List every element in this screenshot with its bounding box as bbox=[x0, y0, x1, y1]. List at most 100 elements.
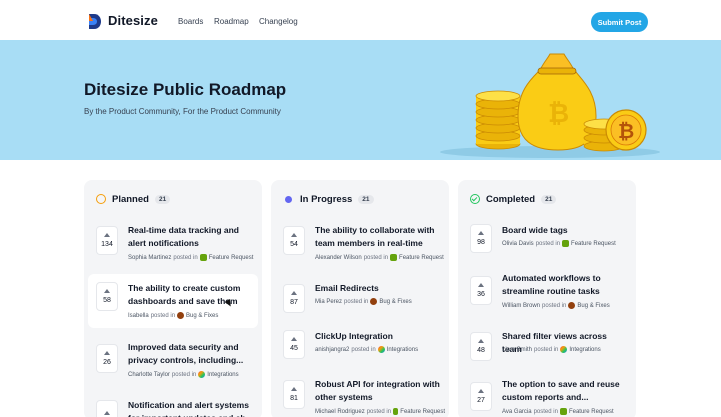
card-meta: anishjangra2 posted in Integrations bbox=[315, 346, 445, 353]
card-author[interactable]: Mia Perez bbox=[315, 299, 342, 305]
upvote-arrow-icon bbox=[478, 389, 484, 393]
card-title[interactable]: The ability to create custom dashboards … bbox=[128, 282, 254, 308]
card-meta: Liam Smith posted in Integrations bbox=[502, 346, 632, 353]
posted-in-label: posted in bbox=[535, 240, 561, 247]
card-author[interactable]: Olivia Davis bbox=[502, 241, 534, 247]
card-meta: Charlotte Taylor posted in Integrations bbox=[128, 371, 258, 378]
upvote-button[interactable]: 45 bbox=[283, 330, 305, 359]
upvote-button[interactable]: 87 bbox=[283, 284, 305, 313]
upvote-button[interactable]: 98 bbox=[470, 224, 492, 253]
submit-post-button[interactable]: Submit Post bbox=[591, 12, 648, 32]
card-category[interactable]: Integrations bbox=[387, 347, 418, 353]
posted-in-label: posted in bbox=[344, 298, 369, 305]
roadmap-card[interactable]: 27 The option to save and reuse custom r… bbox=[462, 376, 632, 417]
vote-count: 87 bbox=[290, 299, 298, 306]
roadmap-card[interactable]: 98 Board wide tags Olivia Davis posted i… bbox=[462, 220, 632, 264]
roadmap-card[interactable]: 81 Robust API for integration with other… bbox=[275, 374, 445, 417]
upvote-button[interactable]: 36 bbox=[470, 276, 492, 305]
upvote-arrow-icon bbox=[104, 410, 110, 415]
roadmap-card[interactable]: 36 Automated workflows to streamline rou… bbox=[462, 270, 632, 320]
feature-request-icon bbox=[393, 408, 399, 415]
roadmap-card[interactable]: 26 Improved data security and privacy co… bbox=[88, 336, 258, 386]
card-meta: Olivia Davis posted in Feature Request bbox=[502, 240, 632, 247]
vote-count: 48 bbox=[477, 347, 485, 354]
vote-count: 27 bbox=[477, 397, 485, 404]
nav-changelog[interactable]: Changelog bbox=[259, 17, 298, 26]
page-title: Ditesize Public Roadmap bbox=[84, 80, 287, 99]
card-title[interactable]: Board wide tags bbox=[502, 224, 628, 237]
card-category[interactable]: Feature Request bbox=[399, 255, 444, 261]
roadmap-card[interactable]: 45 ClickUp Integration anishjangra2 post… bbox=[275, 328, 445, 372]
card-author[interactable]: William Brown bbox=[502, 303, 540, 309]
upvote-button[interactable]: 134 bbox=[96, 226, 118, 255]
card-category[interactable]: Feature Request bbox=[209, 255, 254, 261]
brand-name[interactable]: Ditesize bbox=[108, 13, 158, 28]
nav-roadmap[interactable]: Roadmap bbox=[214, 17, 249, 26]
upvote-arrow-icon bbox=[104, 289, 110, 293]
card-title[interactable]: Email Redirects bbox=[315, 282, 441, 295]
card-title[interactable]: Robust API for integration with other sy… bbox=[315, 378, 441, 404]
card-category[interactable]: Bug & Fixes bbox=[577, 303, 609, 309]
card-title[interactable]: Improved data security and privacy contr… bbox=[128, 341, 254, 367]
card-author[interactable]: Sophia Martinez bbox=[128, 255, 171, 261]
upvote-button[interactable]: 48 bbox=[470, 332, 492, 361]
upvote-arrow-icon bbox=[291, 233, 297, 237]
svg-text:₿: ₿ bbox=[548, 99, 569, 129]
roadmap-card[interactable]: 58 The ability to create custom dashboar… bbox=[88, 274, 258, 328]
card-meta: Ava Garcia posted in Feature Request bbox=[502, 408, 632, 415]
card-category[interactable]: Bug & Fixes bbox=[379, 299, 411, 305]
card-title[interactable]: ClickUp Integration bbox=[315, 330, 441, 343]
vote-count: 54 bbox=[290, 241, 298, 248]
column-header-planned: Planned 21 bbox=[96, 192, 171, 206]
posted-in-label: posted in bbox=[533, 408, 558, 415]
upvote-arrow-icon bbox=[478, 339, 484, 343]
upvote-button[interactable]: 27 bbox=[470, 382, 492, 411]
card-category[interactable]: Feature Request bbox=[571, 241, 616, 247]
upvote-button[interactable]: 58 bbox=[96, 282, 118, 311]
card-category[interactable]: Feature Request bbox=[400, 409, 445, 415]
roadmap-card[interactable]: 87 Email Redirects Mia Perez posted in B… bbox=[275, 276, 445, 320]
nav-boards[interactable]: Boards bbox=[178, 17, 203, 26]
card-meta: Sophia Martinez posted in Feature Reques… bbox=[128, 254, 258, 261]
card-title[interactable]: Notification and alert systems for impor… bbox=[128, 399, 254, 417]
upvote-button[interactable] bbox=[96, 400, 118, 417]
card-author[interactable]: Michael Rodriguez bbox=[315, 409, 365, 415]
upvote-arrow-icon bbox=[291, 337, 297, 341]
hero-banner: Ditesize Public Roadmap By the Product C… bbox=[0, 40, 721, 160]
column-header-completed: Completed 21 bbox=[470, 192, 557, 206]
roadmap-card[interactable]: 54 The ability to collaborate with team … bbox=[275, 218, 445, 268]
card-category[interactable]: Feature Request bbox=[569, 409, 614, 415]
card-author[interactable]: Charlotte Taylor bbox=[128, 372, 170, 378]
card-title[interactable]: The option to save and reuse custom repo… bbox=[502, 378, 628, 404]
card-author[interactable]: Liam Smith bbox=[502, 347, 532, 353]
card-title[interactable]: The ability to collaborate with team mem… bbox=[315, 224, 441, 250]
card-category[interactable]: Integrations bbox=[569, 347, 600, 353]
card-author[interactable]: anishjangra2 bbox=[315, 347, 349, 353]
column-header-in-progress: In Progress 21 bbox=[283, 192, 374, 206]
card-meta: Michael Rodriguez posted in Feature Requ… bbox=[315, 408, 445, 415]
upvote-button[interactable]: 26 bbox=[96, 344, 118, 373]
card-author[interactable]: Ava Garcia bbox=[502, 409, 532, 415]
column-completed: Completed 21 98 Board wide tags Olivia D… bbox=[458, 180, 636, 417]
card-category[interactable]: Bug & Fixes bbox=[186, 313, 218, 319]
card-title[interactable]: Automated workflows to streamline routin… bbox=[502, 272, 628, 298]
upvote-button[interactable]: 54 bbox=[283, 226, 305, 255]
roadmap-card[interactable]: 48 Shared filter views across team Liam … bbox=[462, 328, 632, 372]
upvote-arrow-icon bbox=[104, 233, 110, 237]
card-title[interactable]: Real-time data tracking and alert notifi… bbox=[128, 224, 254, 250]
integrations-icon bbox=[377, 346, 385, 353]
posted-in-label: posted in bbox=[173, 254, 198, 261]
roadmap-card[interactable]: 134 Real-time data tracking and alert no… bbox=[88, 218, 258, 268]
vote-count: 134 bbox=[101, 241, 113, 248]
feature-request-icon bbox=[562, 240, 570, 247]
card-author[interactable]: Isabella bbox=[128, 313, 149, 319]
vote-count: 98 bbox=[477, 239, 485, 246]
ditesize-logo-icon[interactable] bbox=[88, 13, 102, 30]
vote-count: 81 bbox=[290, 395, 298, 402]
money-bag-illustration-icon: ₿ ₿ bbox=[440, 53, 660, 158]
roadmap-card[interactable]: Notification and alert systems for impor… bbox=[88, 394, 258, 417]
integrations-icon bbox=[560, 346, 568, 353]
card-category[interactable]: Integrations bbox=[207, 372, 238, 378]
card-author[interactable]: Alexander Wilson bbox=[315, 255, 362, 261]
upvote-button[interactable]: 81 bbox=[283, 380, 305, 409]
